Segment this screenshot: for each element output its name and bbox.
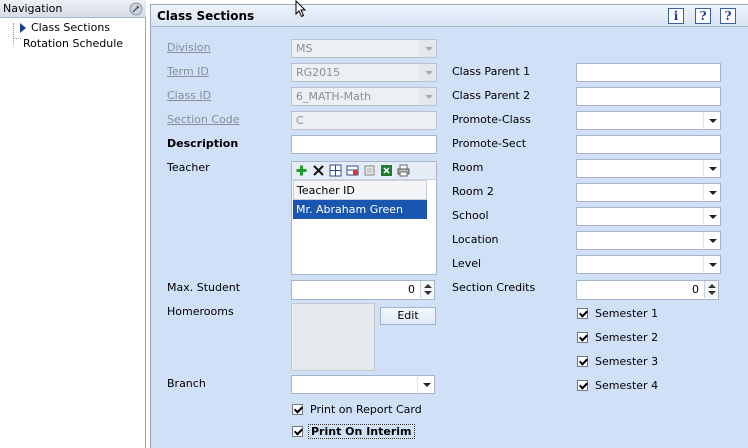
chevron-down-icon[interactable] <box>703 208 720 225</box>
page-title: Class Sections <box>157 9 255 23</box>
chevron-down-icon <box>419 40 436 57</box>
pin-icon[interactable] <box>129 2 143 16</box>
print-icon[interactable] <box>397 164 410 177</box>
promote-sect-label: Promote-Sect <box>452 137 527 150</box>
division-value: MS <box>296 42 313 55</box>
edit-homerooms-button[interactable]: Edit <box>380 307 436 325</box>
class-parent-2-input[interactable] <box>576 87 721 106</box>
semester-3-label[interactable]: Semester 3 <box>595 355 658 368</box>
tree-line <box>13 23 14 45</box>
branch-label: Branch <box>167 377 206 390</box>
class-id-select: 6_MATH-Math <box>291 87 437 106</box>
max-student-value: 0 <box>408 283 415 296</box>
level-label: Level <box>452 257 482 270</box>
school-select[interactable] <box>576 207 721 226</box>
navigation-title: Navigation <box>3 2 63 15</box>
nav-item-rotation-schedule[interactable]: Rotation Schedule <box>23 37 123 50</box>
class-parent-1-label: Class Parent 1 <box>452 65 531 78</box>
navigation-header: Navigation <box>0 0 146 18</box>
grid-icon[interactable] <box>329 164 342 177</box>
semester-2-checkbox[interactable] <box>577 332 588 343</box>
semester-4-label[interactable]: Semester 4 <box>595 379 658 392</box>
excel-icon[interactable] <box>380 164 393 177</box>
chevron-down-icon[interactable] <box>703 160 720 177</box>
section-credits-stepper[interactable]: 0 <box>576 280 719 300</box>
chevron-down-icon[interactable] <box>703 232 720 249</box>
print-on-report-card-label[interactable]: Print on Report Card <box>310 403 422 416</box>
print-on-interim-checkbox[interactable] <box>292 426 303 437</box>
room-select[interactable] <box>576 159 721 178</box>
semester-2-label[interactable]: Semester 2 <box>595 331 658 344</box>
table-row[interactable]: Mr. Abraham Green <box>293 200 427 219</box>
promote-class-select[interactable] <box>576 111 721 130</box>
chevron-down-icon[interactable] <box>703 256 720 273</box>
chevron-down-icon[interactable] <box>417 376 434 393</box>
info-icon[interactable]: i <box>668 8 684 24</box>
section-credits-value: 0 <box>692 283 699 296</box>
school-label: School <box>452 209 489 222</box>
promote-class-label: Promote-Class <box>452 113 531 126</box>
homerooms-label: Homerooms <box>167 305 234 318</box>
delete-icon[interactable] <box>312 164 325 177</box>
branch-select[interactable] <box>291 375 435 394</box>
description-label: Description <box>167 137 239 150</box>
room-2-label: Room 2 <box>452 185 494 198</box>
teacher-toolbar <box>292 162 436 180</box>
location-select[interactable] <box>576 231 721 250</box>
section-credits-label: Section Credits <box>452 281 536 294</box>
section-code-value: C <box>296 114 304 127</box>
semester-1-label[interactable]: Semester 1 <box>595 307 658 320</box>
term-id-value: RG2015 <box>296 66 341 79</box>
print-on-interim-label[interactable]: Print On Interim <box>308 424 415 439</box>
expand-arrow-icon[interactable] <box>19 22 27 34</box>
semester-1-checkbox[interactable] <box>577 308 588 319</box>
room-label: Room <box>452 161 484 174</box>
chevron-down-icon[interactable] <box>703 112 720 129</box>
add-icon[interactable] <box>295 164 308 177</box>
description-input[interactable] <box>291 135 437 154</box>
nav-item-class-sections[interactable]: Class Sections <box>31 21 110 34</box>
help-icon[interactable]: ? <box>695 8 711 24</box>
level-select[interactable] <box>576 255 721 274</box>
promote-sect-input[interactable] <box>576 135 721 154</box>
tree-line <box>13 38 21 39</box>
section-code-field: C <box>291 111 437 130</box>
chevron-down-icon[interactable] <box>703 184 720 201</box>
class-id-label[interactable]: Class ID <box>167 89 211 102</box>
print-on-report-card-checkbox[interactable] <box>292 404 303 415</box>
spinner-icon[interactable] <box>420 281 434 298</box>
room-2-select[interactable] <box>576 183 721 202</box>
teacher-grid: Teacher ID Mr. Abraham Green <box>291 161 437 275</box>
teacher-label: Teacher <box>167 161 210 174</box>
spinner-icon[interactable] <box>704 281 718 298</box>
term-id-select: RG2015 <box>291 63 437 82</box>
class-sections-panel: Class Sections i ? ? Division Term ID Cl… <box>150 4 748 448</box>
chevron-down-icon <box>419 88 436 105</box>
class-parent-1-input[interactable] <box>576 63 721 82</box>
homerooms-list[interactable] <box>291 303 375 371</box>
division-label[interactable]: Division <box>167 41 211 54</box>
mouse-cursor-icon <box>295 0 307 18</box>
question-icon[interactable]: ? <box>720 8 736 24</box>
class-id-value: 6_MATH-Math <box>296 90 372 103</box>
grid-edit-icon[interactable] <box>346 164 359 177</box>
section-code-label: Section Code <box>167 113 240 126</box>
class-parent-2-label: Class Parent 2 <box>452 89 531 102</box>
teacher-id-column-header[interactable]: Teacher ID <box>293 180 427 200</box>
semester-3-checkbox[interactable] <box>577 356 588 367</box>
chevron-down-icon <box>419 64 436 81</box>
max-student-label: Max. Student <box>167 281 241 294</box>
location-label: Location <box>452 233 499 246</box>
max-student-stepper[interactable]: 0 <box>291 280 435 300</box>
semester-4-checkbox[interactable] <box>577 380 588 391</box>
panel-header: Class Sections i ? ? <box>151 5 748 27</box>
navigation-panel: Navigation Class Sections Rotation Sched… <box>0 0 146 448</box>
term-id-label[interactable]: Term ID <box>167 65 209 78</box>
division-select: MS <box>291 39 437 58</box>
copy-icon[interactable] <box>363 164 376 177</box>
